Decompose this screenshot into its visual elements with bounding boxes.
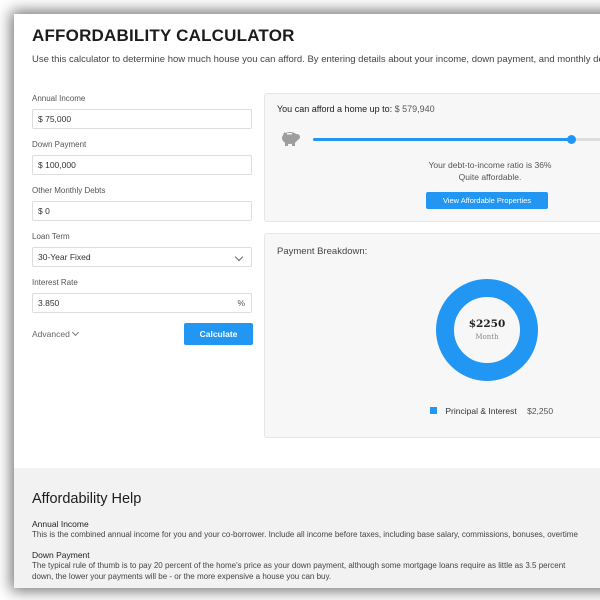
piggy-bank-icon (282, 132, 300, 146)
dti-ratio-text: Your debt-to-income ratio is 36% (428, 160, 552, 170)
down-payment-label: Down Payment (32, 140, 87, 149)
chevron-down-icon (71, 328, 79, 337)
dti-assessment-text: Quite affordable. (458, 172, 522, 182)
slider-fill (313, 138, 572, 141)
breakdown-legend-item: Principal & Interest $2,250 (430, 406, 553, 416)
help-heading-down-payment: Down Payment (32, 550, 90, 560)
loan-term-select[interactable]: 30-Year Fixed (32, 247, 252, 267)
chevron-down-icon (234, 252, 244, 262)
intro-text: Use this calculator to determine how muc… (32, 54, 600, 65)
help-text-annual-income: This is the combined annual income for y… (32, 530, 578, 539)
down-payment-value: $ 100,000 (38, 160, 76, 170)
affordability-help-section: Affordability Help Annual Income This is… (14, 468, 600, 588)
interest-rate-input[interactable]: 3.850 % (32, 293, 252, 313)
help-text-down-payment-2: down, the lower your payments will be - … (32, 572, 332, 581)
afford-amount: $ 579,940 (394, 104, 435, 114)
help-heading-annual-income: Annual Income (32, 519, 89, 529)
annual-income-input[interactable]: $ 75,000 (32, 109, 252, 129)
donut-center-amount: $2250 (468, 318, 506, 330)
other-debts-input[interactable]: $ 0 (32, 201, 252, 221)
legend-swatch (430, 407, 437, 414)
legend-label: Principal & Interest (445, 406, 517, 416)
other-debts-value: $ 0 (38, 206, 50, 216)
slider-thumb[interactable] (567, 135, 577, 144)
loan-term-label: Loan Term (32, 232, 70, 241)
calculate-button[interactable]: Calculate (184, 323, 253, 345)
legend-value: $2,250 (527, 406, 554, 416)
advanced-toggle[interactable]: Advanced (32, 328, 79, 339)
annual-income-value: $ 75,000 (38, 114, 72, 124)
view-affordable-properties-button[interactable]: View Affordable Properties (426, 192, 548, 209)
annual-income-label: Annual Income (32, 94, 86, 103)
payment-donut-chart (436, 279, 538, 381)
help-text-down-payment-1: The typical rule of thumb is to pay 20 p… (32, 561, 566, 570)
donut-center-unit: Month (475, 333, 499, 341)
percent-suffix: % (237, 298, 245, 308)
payment-breakdown-title: Payment Breakdown: (277, 246, 368, 257)
other-debts-label: Other Monthly Debts (32, 186, 106, 195)
payment-breakdown-card: Payment Breakdown: $2250 Month Principal… (264, 233, 600, 438)
affordability-slider[interactable] (313, 135, 600, 144)
calculator-window: AFFORDABILITY CALCULATOR Use this calcul… (14, 14, 600, 588)
interest-rate-value: 3.850 (38, 298, 60, 308)
advanced-label: Advanced (32, 329, 70, 339)
donut-segment-principal-interest (436, 279, 538, 381)
page-title: AFFORDABILITY CALCULATOR (32, 26, 295, 45)
afford-summary: You can afford a home up to: $ 579,940 (277, 104, 435, 114)
interest-rate-label: Interest Rate (32, 278, 78, 287)
loan-term-value: 30-Year Fixed (38, 252, 91, 262)
help-title: Affordability Help (32, 491, 142, 507)
result-card: You can afford a home up to: $ 579,940 Y… (264, 93, 600, 222)
down-payment-input[interactable]: $ 100,000 (32, 155, 252, 175)
afford-label: You can afford a home up to: (277, 104, 393, 114)
